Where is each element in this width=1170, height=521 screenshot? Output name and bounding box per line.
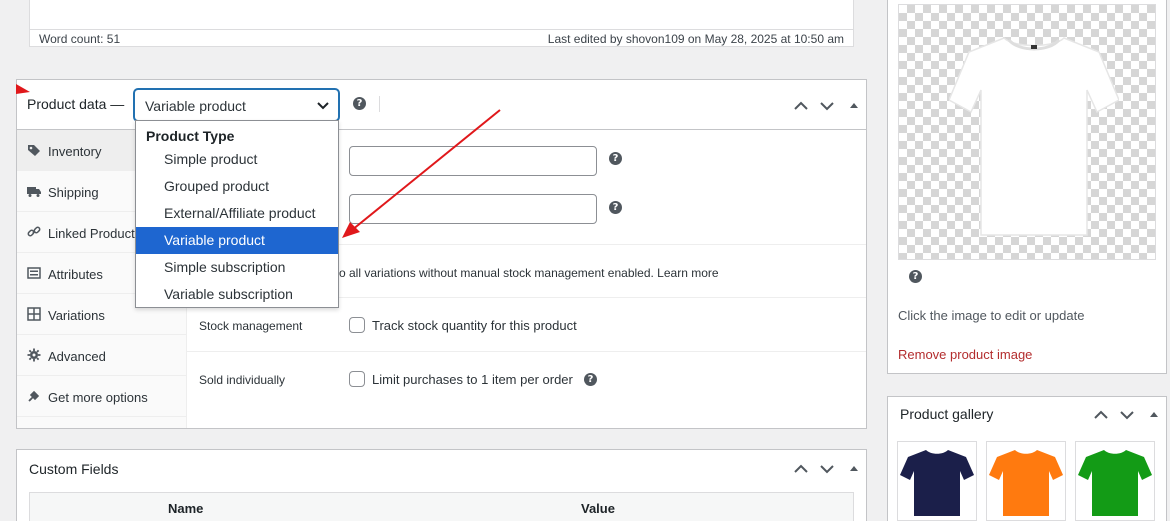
option-simple-subscription[interactable]: Simple subscription — [136, 254, 338, 281]
tag-icon — [28, 145, 40, 156]
custom-fields-title: Custom Fields — [29, 461, 119, 477]
gallery-thumb-navy[interactable] — [897, 441, 977, 521]
truck-icon — [27, 187, 41, 197]
custom-fields-table — [29, 492, 854, 521]
help-icon[interactable]: ? — [584, 373, 597, 386]
tab-label: Linked Products — [48, 226, 142, 241]
tshirt-image — [949, 37, 1119, 236]
option-grouped-product[interactable]: Grouped product — [136, 173, 338, 200]
gallery-thumb-orange[interactable] — [986, 441, 1066, 521]
option-label: Grouped product — [164, 178, 270, 194]
move-down-icon[interactable] — [818, 97, 836, 115]
remove-product-image-link[interactable]: Remove product image — [898, 347, 1032, 362]
red-pointer-icon — [16, 84, 30, 94]
tab-label: Inventory — [48, 144, 102, 159]
stock-note: o all variations without manual stock ma… — [339, 266, 719, 280]
collapse-toggle-icon[interactable] — [845, 97, 863, 115]
stock-management-checkbox-label: Track stock quantity for this product — [372, 318, 577, 333]
tab-label: Advanced — [48, 349, 106, 364]
grid-icon — [27, 307, 41, 321]
sold-individually-label: Sold individually — [199, 373, 286, 387]
word-count: Word count: 51 — [39, 32, 121, 46]
tab-advanced[interactable]: Advanced — [17, 335, 187, 376]
product-type-dropdown: Product Type Simple product Grouped prod… — [135, 120, 339, 308]
option-label: External/Affiliate product — [164, 205, 316, 221]
help-icon[interactable]: ? — [909, 270, 922, 283]
editor-status-bar: Word count: 51 Last edited by shovon109 … — [29, 29, 854, 47]
tshirt-image — [900, 450, 974, 516]
product-data-label: Product data — — [27, 96, 125, 112]
tab-label: Variations — [48, 308, 105, 323]
tshirt-image — [989, 450, 1063, 516]
option-simple-product[interactable]: Simple product — [136, 146, 338, 173]
move-down-icon[interactable] — [1118, 406, 1136, 424]
column-header-name: Name — [168, 501, 204, 516]
help-icon[interactable]: ? — [609, 152, 622, 165]
tab-get-more-options[interactable]: Get more options — [17, 376, 187, 417]
row-divider — [187, 351, 866, 352]
option-variable-product[interactable]: Variable product — [136, 227, 338, 254]
gallery-thumb-green[interactable] — [1075, 441, 1155, 521]
collapse-toggle-icon[interactable] — [845, 460, 863, 478]
last-edited: Last edited by shovon109 on May 28, 2025… — [547, 32, 844, 46]
sold-individually-checkbox[interactable] — [349, 371, 365, 387]
product-type-select[interactable]: Variable product — [134, 89, 339, 121]
collapse-toggle-icon[interactable] — [1145, 406, 1163, 424]
move-up-icon[interactable] — [792, 460, 810, 478]
tshirt-image — [1078, 450, 1152, 516]
tab-label: Get more options — [48, 390, 148, 405]
option-label: Simple product — [164, 151, 258, 167]
move-down-icon[interactable] — [818, 460, 836, 478]
tab-label: Shipping — [48, 185, 99, 200]
plugin-icon — [28, 390, 40, 402]
move-up-icon[interactable] — [1092, 406, 1110, 424]
stock-management-checkbox[interactable] — [349, 317, 365, 333]
annotation-arrow-icon — [342, 109, 501, 238]
gear-icon — [27, 348, 41, 362]
link-icon — [27, 226, 41, 237]
column-header-value: Value — [581, 501, 615, 516]
image-help-text: Click the image to edit or update — [898, 308, 1085, 323]
product-image[interactable] — [898, 4, 1156, 260]
option-label: Variable subscription — [164, 286, 293, 302]
dropdown-group-label: Product Type — [146, 128, 235, 144]
option-label: Simple subscription — [164, 259, 286, 275]
stock-management-label: Stock management — [199, 319, 303, 333]
product-type-value: Variable product — [145, 98, 246, 114]
option-variable-subscription[interactable]: Variable subscription — [136, 281, 338, 308]
sold-individually-checkbox-label: Limit purchases to 1 item per order — [372, 372, 573, 387]
move-up-icon[interactable] — [792, 97, 810, 115]
product-gallery-title: Product gallery — [900, 406, 994, 422]
option-label: Variable product — [164, 232, 265, 248]
list-icon — [27, 267, 41, 279]
tab-label: Attributes — [48, 267, 103, 282]
chevron-down-icon — [317, 102, 329, 110]
help-icon[interactable]: ? — [609, 201, 622, 214]
option-external-affiliate-product[interactable]: External/Affiliate product — [136, 200, 338, 227]
